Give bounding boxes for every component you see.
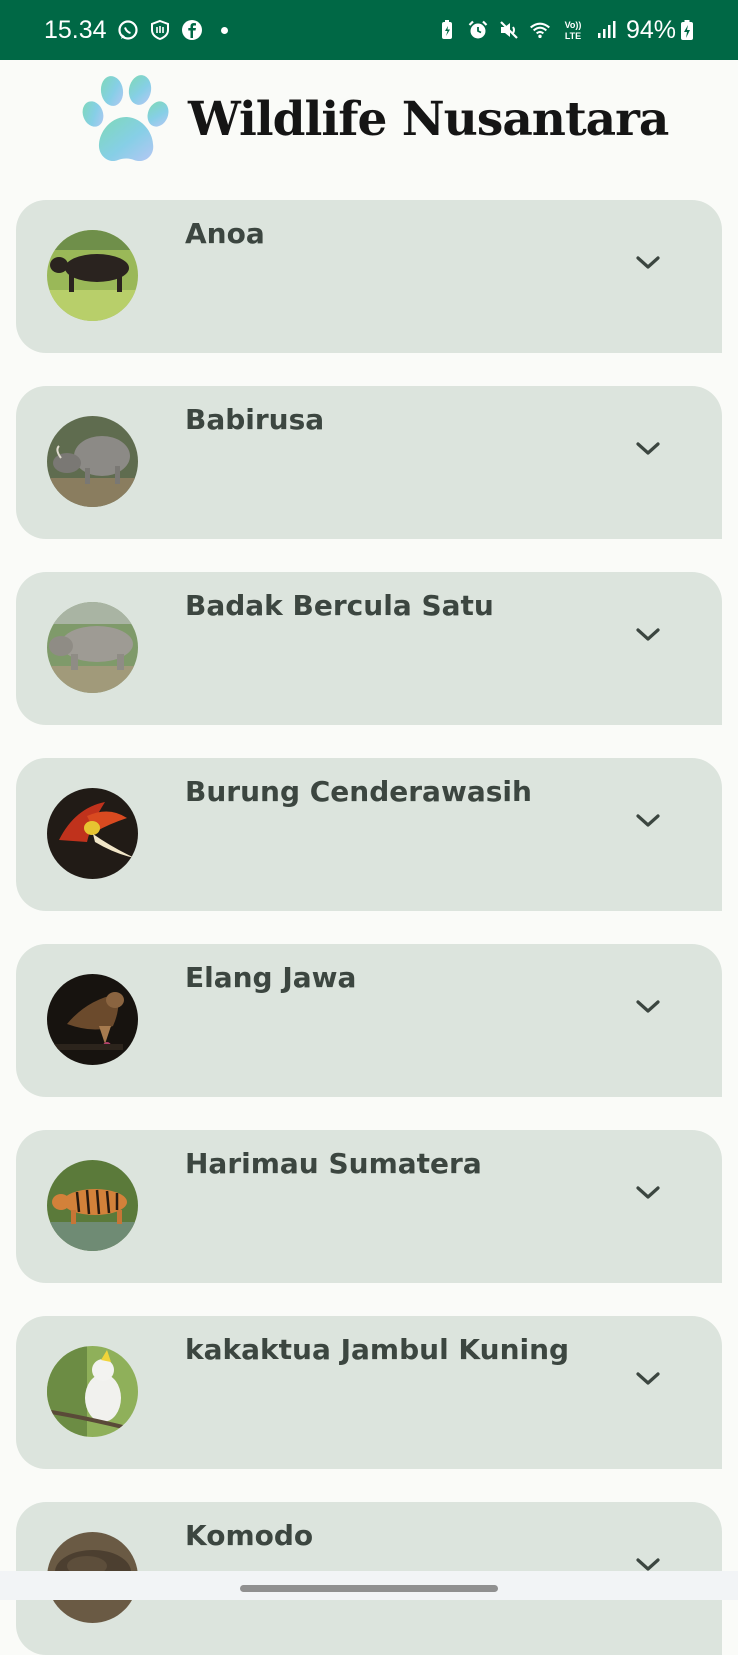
animal-card-burung-cenderawasih[interactable]: Burung Cenderawasih	[16, 758, 722, 911]
animal-card-harimau-sumatera[interactable]: Harimau Sumatera	[16, 1130, 722, 1283]
animal-name: Harimau Sumatera	[185, 1147, 482, 1180]
animal-name: kakaktua Jambul Kuning	[185, 1333, 570, 1366]
animal-name: Burung Cenderawasih	[185, 775, 532, 808]
status-left: 15.34	[44, 16, 238, 45]
notification-dot	[220, 26, 228, 34]
animal-thumbnail-elang-jawa	[47, 974, 138, 1065]
animal-card-babirusa[interactable]: Babirusa	[16, 386, 722, 539]
animal-name: Elang Jawa	[185, 961, 357, 994]
animal-name: Anoa	[185, 217, 265, 250]
svg-text:LTE: LTE	[565, 31, 581, 41]
animal-name: Babirusa	[185, 403, 325, 436]
home-gesture-handle[interactable]	[240, 1585, 498, 1592]
animal-card-kakaktua-jambul-kuning[interactable]: kakaktua Jambul Kuning	[16, 1316, 722, 1469]
battery-percent: 94%	[625, 15, 676, 44]
svg-text:Vo)): Vo))	[565, 20, 582, 30]
animal-thumbnail-burung-cenderawasih	[47, 788, 138, 879]
clock: 15.34	[44, 15, 107, 44]
animal-card-elang-jawa[interactable]: Elang Jawa	[16, 944, 722, 1097]
chevron-down-icon[interactable]	[633, 620, 663, 650]
animal-card-anoa[interactable]: Anoa	[16, 200, 722, 353]
shield-icon	[149, 19, 171, 41]
facebook-icon	[181, 19, 203, 41]
status-right: Vo)) LTE 94%	[427, 16, 694, 45]
mute-icon	[498, 19, 520, 41]
animal-thumbnail-babirusa	[47, 416, 138, 507]
animal-thumbnail-badak-bercula-satu	[47, 602, 138, 693]
signal-icon	[595, 19, 617, 41]
animal-name: Badak Bercula Satu	[185, 589, 494, 622]
chevron-down-icon[interactable]	[633, 1178, 663, 1208]
whatsapp-icon	[117, 19, 139, 41]
app-title: Wildlife Nusantara	[188, 92, 669, 147]
alarm-icon	[467, 19, 489, 41]
charging-battery-icon	[680, 19, 694, 41]
wifi-icon	[529, 19, 551, 41]
chevron-down-icon[interactable]	[633, 992, 663, 1022]
app-header: Wildlife Nusantara	[0, 60, 738, 190]
chevron-down-icon[interactable]	[633, 1364, 663, 1394]
animal-thumbnail-anoa	[47, 230, 138, 321]
navigation-bar	[0, 1571, 738, 1600]
animal-thumbnail-harimau-sumatera	[47, 1160, 138, 1251]
status-bar: 15.34 Vo)) LTE 94%	[0, 0, 738, 60]
battery-saver-icon	[436, 19, 458, 41]
chevron-down-icon[interactable]	[633, 434, 663, 464]
chevron-down-icon[interactable]	[633, 806, 663, 836]
animal-card-badak-bercula-satu[interactable]: Badak Bercula Satu	[16, 572, 722, 725]
chevron-down-icon[interactable]	[633, 248, 663, 278]
paw-icon	[82, 74, 170, 168]
animal-thumbnail-kakaktua-jambul-kuning	[47, 1346, 138, 1437]
volte-icon: Vo)) LTE	[560, 19, 586, 41]
animal-name: Komodo	[185, 1519, 314, 1552]
